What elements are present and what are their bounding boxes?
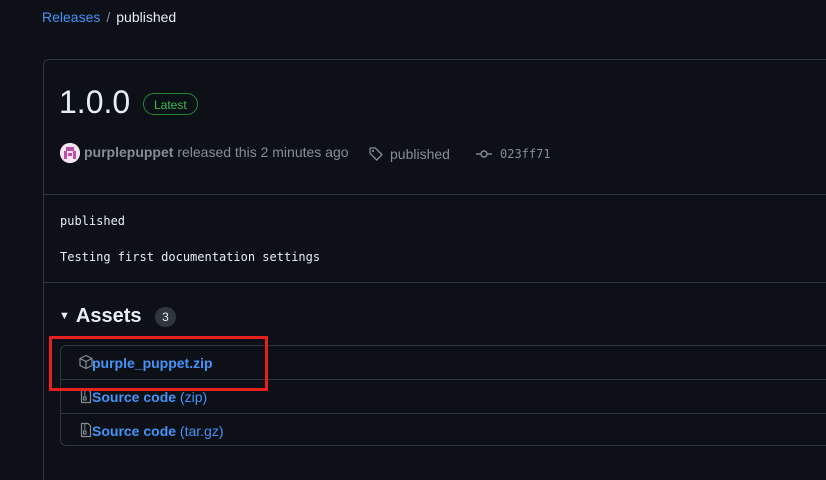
asset-row: Source code (tar.gz) bbox=[61, 413, 826, 446]
breadcrumb-separator: / bbox=[106, 9, 111, 25]
breadcrumb-releases-link[interactable]: Releases bbox=[42, 9, 100, 25]
asset-name: purple_puppet.zip bbox=[92, 355, 213, 371]
avatar-identicon-icon bbox=[60, 143, 80, 163]
asset-download-link[interactable]: purple_puppet.zip bbox=[92, 353, 213, 373]
avatar[interactable] bbox=[60, 143, 80, 163]
release-tag-label: published bbox=[390, 146, 450, 162]
caret-down-icon: ▼ bbox=[59, 310, 70, 322]
breadcrumb: Releases / published bbox=[42, 9, 176, 25]
source-code-targz-link[interactable]: Source code (tar.gz) bbox=[92, 421, 224, 441]
release-commit-link[interactable]: 023ff71 bbox=[476, 144, 551, 164]
assets-count-badge: 3 bbox=[155, 307, 176, 327]
tag-icon bbox=[369, 147, 383, 161]
assets-list: purple_puppet.zip Source code (zip) Sour… bbox=[60, 345, 826, 446]
author-link[interactable]: purplepuppet bbox=[84, 144, 173, 160]
commit-hash: 023ff71 bbox=[500, 147, 551, 161]
section-divider bbox=[44, 282, 826, 283]
section-divider bbox=[44, 194, 826, 195]
assets-toggle[interactable]: ▼ Assets bbox=[59, 304, 142, 328]
asset-row: Source code (zip) bbox=[61, 379, 826, 412]
release-version-title[interactable]: 1.0.0 bbox=[59, 84, 130, 120]
breadcrumb-current: published bbox=[116, 9, 177, 25]
asset-suffix: (tar.gz) bbox=[179, 423, 224, 439]
asset-name: Source code bbox=[92, 423, 177, 439]
asset-row: purple_puppet.zip bbox=[61, 346, 826, 379]
git-commit-icon bbox=[476, 150, 492, 158]
release-notes-line: Testing first documentation settings bbox=[60, 250, 321, 264]
release-tag-link[interactable]: published bbox=[368, 144, 450, 164]
assets-title: Assets bbox=[75, 305, 142, 327]
latest-badge: Latest bbox=[143, 93, 198, 115]
release-notes-line: published bbox=[60, 214, 126, 228]
asset-suffix: (zip) bbox=[179, 389, 208, 405]
source-code-zip-link[interactable]: Source code (zip) bbox=[92, 387, 207, 407]
released-time-text: released this 2 minutes ago bbox=[177, 144, 349, 160]
asset-name: Source code bbox=[92, 389, 177, 405]
release-author-line: purplepuppet released this 2 minutes ago bbox=[84, 142, 349, 162]
